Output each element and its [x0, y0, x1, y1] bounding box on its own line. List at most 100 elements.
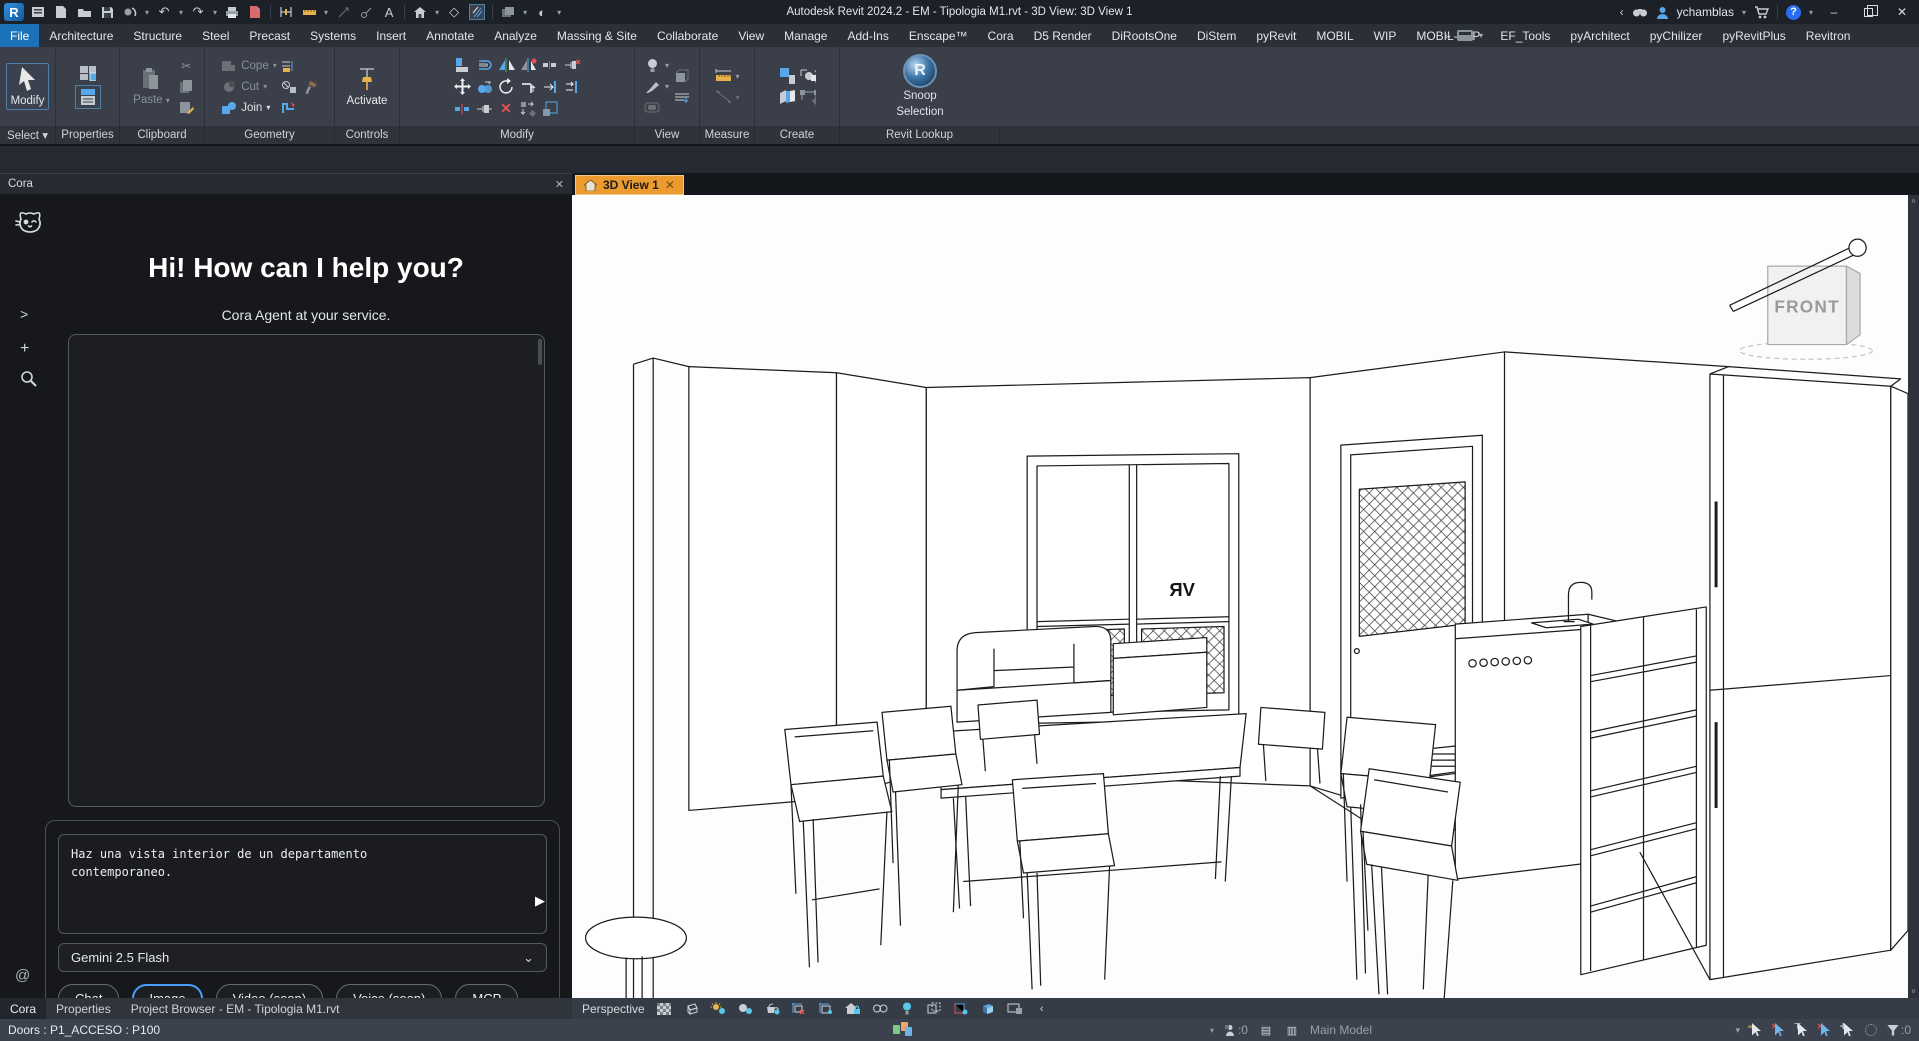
- mode-button[interactable]: Voice (soon): [336, 984, 442, 998]
- ribbon-tab[interactable]: pyRevitPlus: [1712, 24, 1795, 47]
- sync-with-central-icon[interactable]: [122, 4, 138, 20]
- vertical-scrollbar[interactable]: ˄ ˅: [1908, 195, 1919, 998]
- thin-lines-icon[interactable]: [469, 4, 485, 20]
- prompt-caret-icon[interactable]: >: [20, 306, 28, 322]
- crop-region-icon[interactable]: [818, 1002, 834, 1016]
- ribbon-panel-label[interactable]: Select ▾: [0, 126, 56, 144]
- section-icon[interactable]: ◇: [446, 4, 462, 20]
- select-links-toggle[interactable]: ∞: [1750, 1023, 1763, 1037]
- move-icon[interactable]: [454, 78, 471, 95]
- open-documents-icon[interactable]: [30, 4, 46, 20]
- search-icon[interactable]: [20, 370, 37, 390]
- view-tab-3d-view-1[interactable]: 3D View 1 ✕: [575, 175, 684, 195]
- trim-extend-single-icon[interactable]: [542, 78, 559, 95]
- rotate-icon[interactable]: [498, 78, 515, 95]
- crop-view-off-icon[interactable]: [791, 1002, 807, 1016]
- ribbon-tab[interactable]: Analyze: [484, 24, 547, 47]
- ribbon-panel-label[interactable]: Revit Lookup: [840, 126, 1000, 144]
- select-pinned-toggle[interactable]: ⊤: [1796, 1023, 1809, 1037]
- ribbon-state-icon[interactable]: [1457, 30, 1473, 41]
- dock-tab[interactable]: Cora: [0, 998, 46, 1019]
- ribbon-tab[interactable]: Systems: [300, 24, 366, 47]
- redo-caret-icon[interactable]: ▾: [213, 4, 217, 20]
- mirror-draw-icon[interactable]: [520, 56, 537, 73]
- temporary-hide-isolate-icon[interactable]: [899, 1002, 915, 1016]
- model-selector[interactable]: Gemini 2.5 Flash ⌄: [58, 943, 547, 972]
- ribbon-panel-label[interactable]: View: [635, 126, 700, 144]
- store-cart-icon[interactable]: [1754, 6, 1769, 19]
- ribbon-tab[interactable]: File: [0, 24, 39, 47]
- help-caret-icon[interactable]: ▾: [1809, 8, 1813, 17]
- copy-icon[interactable]: [476, 78, 493, 95]
- worksharing-status-icon[interactable]: [893, 1025, 912, 1036]
- minimize-button[interactable]: –: [1821, 2, 1847, 22]
- snoop-selection-button[interactable]: R Snoop Selection: [896, 54, 943, 118]
- paint-icon[interactable]: [644, 78, 661, 95]
- analysis-display-icon[interactable]: [953, 1002, 969, 1016]
- align-icon[interactable]: [454, 56, 471, 73]
- offset-type-icon[interactable]: [281, 57, 298, 74]
- user-avatar-icon[interactable]: [1656, 6, 1669, 19]
- split-gap-icon[interactable]: [454, 100, 471, 117]
- cora-chat-history[interactable]: [68, 334, 545, 807]
- mode-button[interactable]: Video (soon): [216, 984, 323, 998]
- mode-button[interactable]: MCP: [455, 984, 518, 998]
- ribbon-panel-label[interactable]: Clipboard: [120, 126, 205, 144]
- customize-qat-caret-icon[interactable]: ▾: [557, 4, 561, 20]
- text-icon[interactable]: A: [381, 4, 397, 20]
- ribbon-panel-label[interactable]: Geometry: [205, 126, 335, 144]
- restore-button[interactable]: [1855, 2, 1881, 22]
- mode-button[interactable]: Image: [132, 984, 202, 998]
- shadows-icon[interactable]: [737, 1002, 753, 1016]
- ribbon-tab[interactable]: MOBIL: [1306, 24, 1363, 47]
- model-display-icon[interactable]: [683, 1002, 699, 1016]
- join-caret-icon[interactable]: ▾: [266, 103, 270, 112]
- scroll-up-icon[interactable]: ˄: [1911, 197, 1916, 206]
- ribbon-tab[interactable]: Collaborate: [647, 24, 728, 47]
- pin-icon[interactable]: [476, 100, 493, 117]
- view-tab-close-icon[interactable]: ✕: [665, 178, 675, 192]
- cora-panel-titlebar[interactable]: Cora ✕: [0, 173, 572, 194]
- perspective-label[interactable]: Perspective: [582, 1002, 645, 1016]
- ribbon-tab[interactable]: Architecture: [39, 24, 123, 47]
- new-file-icon[interactable]: [53, 4, 69, 20]
- wall-joins-icon[interactable]: [281, 99, 298, 116]
- open-file-icon[interactable]: [76, 4, 92, 20]
- ribbon-tab[interactable]: Enscape™: [899, 24, 978, 47]
- ribbon-state-caret-icon[interactable]: ▾: [1479, 31, 1483, 40]
- type-properties-icon[interactable]: [79, 64, 96, 81]
- ribbon-tab[interactable]: pyChilizer: [1640, 24, 1713, 47]
- join-icon[interactable]: [220, 99, 237, 116]
- override-graphics-icon[interactable]: [673, 89, 690, 106]
- tag-by-category-icon[interactable]: [358, 4, 374, 20]
- ribbon-tab[interactable]: Add-Ins: [837, 24, 898, 47]
- send-icon[interactable]: ▶: [535, 893, 545, 909]
- visual-style-toggle-icon[interactable]: ◐: [534, 4, 550, 20]
- measure-caret2-icon[interactable]: ▾: [735, 72, 739, 81]
- trim-extend-corner-icon[interactable]: [520, 78, 537, 95]
- mention-icon[interactable]: @: [15, 967, 30, 984]
- redo-icon[interactable]: ↷: [190, 4, 206, 20]
- search-binoculars-icon[interactable]: [1632, 6, 1648, 18]
- ribbon-tab[interactable]: Steel: [192, 24, 239, 47]
- aligned-dimension-icon[interactable]: [278, 4, 294, 20]
- prompt-input[interactable]: Haz una vista interior de un departament…: [58, 834, 547, 934]
- ribbon-tab[interactable]: Massing & Site: [547, 24, 647, 47]
- match-type-icon[interactable]: [178, 99, 195, 116]
- chat-scrollbar[interactable]: [538, 339, 542, 365]
- worksharing-display-icon[interactable]: [926, 1002, 942, 1016]
- delete-icon[interactable]: ✕: [498, 100, 515, 117]
- lightbulb-icon[interactable]: [644, 57, 661, 74]
- username[interactable]: ychamblas: [1677, 5, 1734, 19]
- ribbon-tab[interactable]: Structure: [123, 24, 192, 47]
- reveal-hidden-icon[interactable]: [872, 1002, 888, 1016]
- home-caret-icon[interactable]: ▾: [435, 4, 439, 20]
- create-similar-icon[interactable]: [799, 68, 816, 85]
- select-elements-by-face-toggle[interactable]: ✕: [1819, 1023, 1832, 1037]
- split-element-icon[interactable]: [542, 56, 559, 73]
- scale-icon[interactable]: [542, 100, 559, 117]
- user-caret-icon[interactable]: ▾: [1742, 8, 1746, 17]
- sun-settings-icon[interactable]: [710, 1002, 726, 1016]
- properties-palette-icon[interactable]: [75, 85, 101, 109]
- dock-tab[interactable]: Project Browser - EM - Tipologia M1.rvt: [121, 998, 350, 1019]
